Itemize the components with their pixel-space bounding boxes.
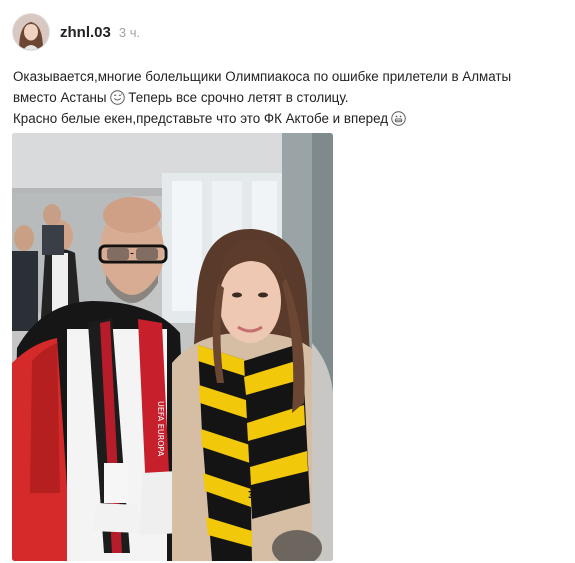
- sweat-smile-emoji-icon: [109, 90, 125, 105]
- social-post: zhnl.03 3 ч. Оказывается,многие болельщи…: [0, 0, 575, 563]
- post-caption: Оказывается,многие болельщики Олимпиакос…: [13, 66, 563, 129]
- caption-line-2: вместо Астаны Теперь все срочно летят в …: [13, 87, 563, 108]
- caption-line-3: Красно белые екен,представьте что это ФК…: [13, 108, 563, 129]
- username[interactable]: zhnl.03: [60, 24, 111, 41]
- caption-text: вместо Астаны: [13, 90, 107, 105]
- avatar[interactable]: [12, 13, 50, 51]
- post-timestamp: 3 ч.: [118, 24, 141, 40]
- post-header: zhnl.03 3 ч.: [12, 12, 140, 52]
- scarf-left-text: UEFA EUROPA: [156, 401, 165, 457]
- fans-photo-image: UEFA EUROPA ΑΡΗΣ: [12, 133, 333, 561]
- avatar-image: [13, 14, 49, 50]
- caption-text: Красно белые екен,представьте что это ФК…: [13, 111, 389, 126]
- scarf-right-text: ΑΡΗΣ: [248, 488, 278, 499]
- grinning-sweat-emoji-icon: [391, 111, 406, 126]
- post-photo[interactable]: UEFA EUROPA ΑΡΗΣ: [12, 133, 333, 561]
- caption-line: Оказывается,многие болельщики Олимпиакос…: [13, 69, 512, 84]
- caption-text: Теперь все срочно летят в столицу.: [128, 90, 349, 105]
